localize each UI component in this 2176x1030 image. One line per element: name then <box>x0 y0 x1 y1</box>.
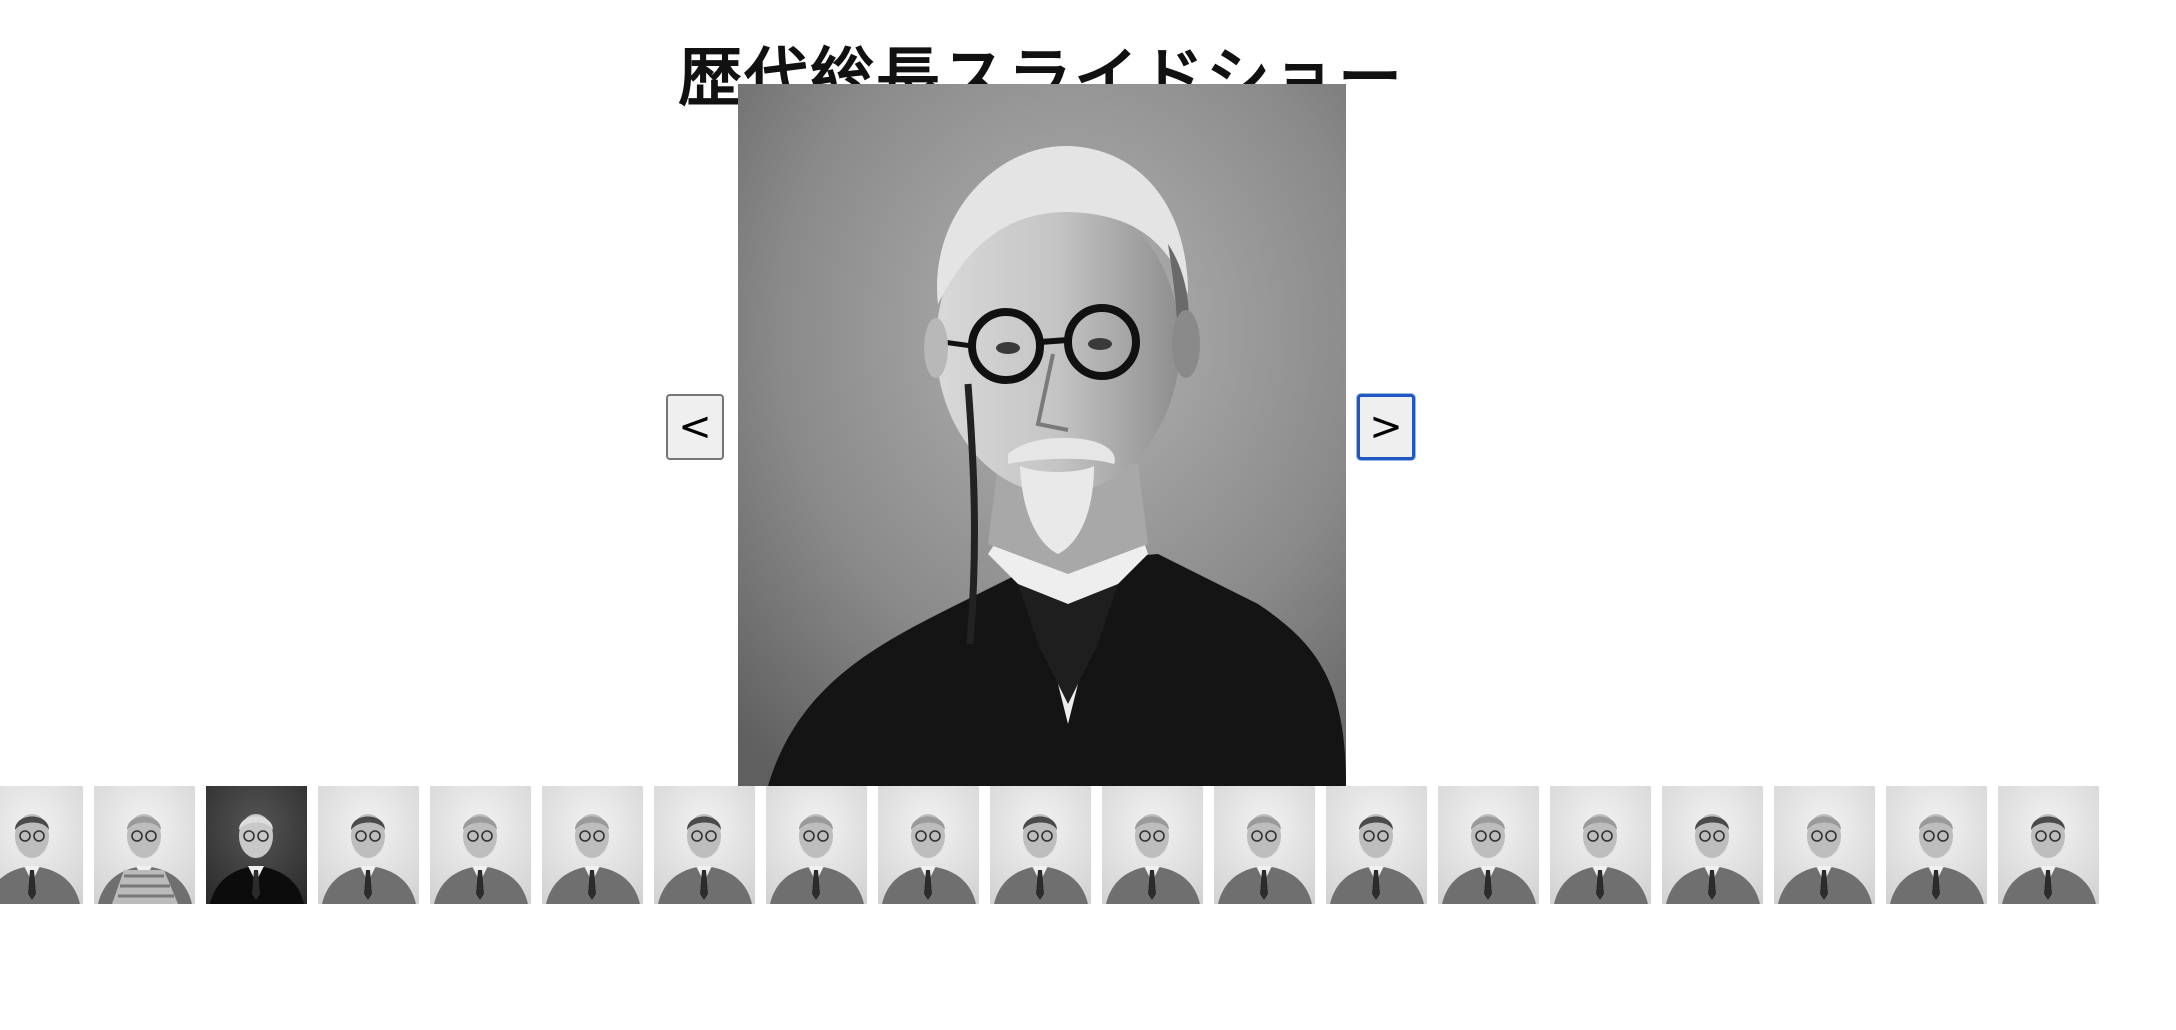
portrait-image <box>738 84 1346 786</box>
thumb-2[interactable] <box>94 786 195 904</box>
thumb-18[interactable] <box>1886 786 1987 904</box>
thumb-10[interactable] <box>990 786 1091 904</box>
thumb-8[interactable] <box>766 786 867 904</box>
prev-button[interactable]: < <box>666 394 724 460</box>
thumb-12[interactable] <box>1214 786 1315 904</box>
thumb-1[interactable] <box>0 786 83 904</box>
thumb-19[interactable] <box>1998 786 2099 904</box>
thumb-3[interactable] <box>206 786 307 904</box>
thumb-5[interactable] <box>430 786 531 904</box>
thumb-15[interactable] <box>1550 786 1651 904</box>
thumb-6[interactable] <box>542 786 643 904</box>
thumb-14[interactable] <box>1438 786 1539 904</box>
thumb-11[interactable] <box>1102 786 1203 904</box>
thumb-7[interactable] <box>654 786 755 904</box>
next-button[interactable]: > <box>1357 394 1415 460</box>
main-portrait <box>738 84 1346 786</box>
thumb-17[interactable] <box>1774 786 1875 904</box>
thumb-9[interactable] <box>878 786 979 904</box>
thumb-13[interactable] <box>1326 786 1427 904</box>
thumbnail-strip <box>0 786 2110 904</box>
thumb-4[interactable] <box>318 786 419 904</box>
thumb-16[interactable] <box>1662 786 1763 904</box>
